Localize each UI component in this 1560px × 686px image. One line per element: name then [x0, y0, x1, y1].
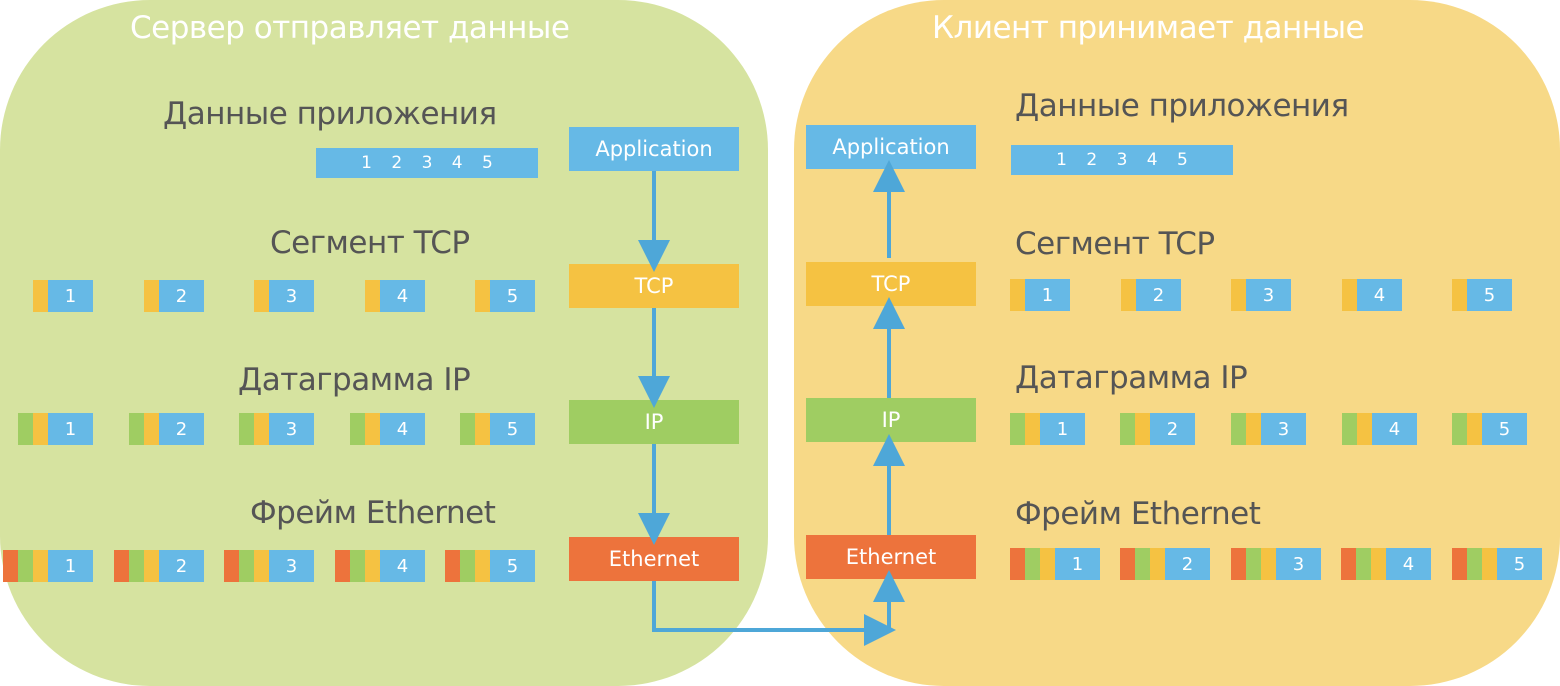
flow-arrows [638, 160, 905, 646]
arrow-server-to-client [652, 581, 896, 646]
